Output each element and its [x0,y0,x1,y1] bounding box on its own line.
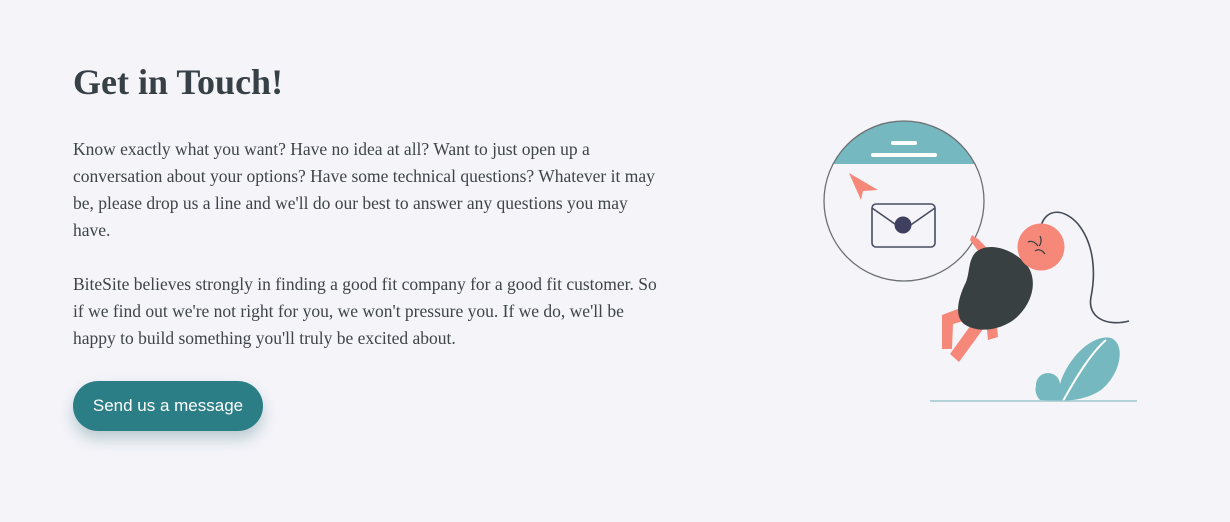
contact-section: Get in Touch! Know exactly what you want… [73,58,663,352]
contact-mail-illustration [823,120,1137,402]
plant-icon [1035,337,1120,402]
send-message-button[interactable]: Send us a message [73,381,263,431]
mail-circle-icon [823,120,985,282]
fit-paragraph: BiteSite believes strongly in finding a … [73,274,657,348]
page-title: Get in Touch! [73,62,284,102]
intro-paragraph: Know exactly what you want? Have no idea… [73,139,655,240]
